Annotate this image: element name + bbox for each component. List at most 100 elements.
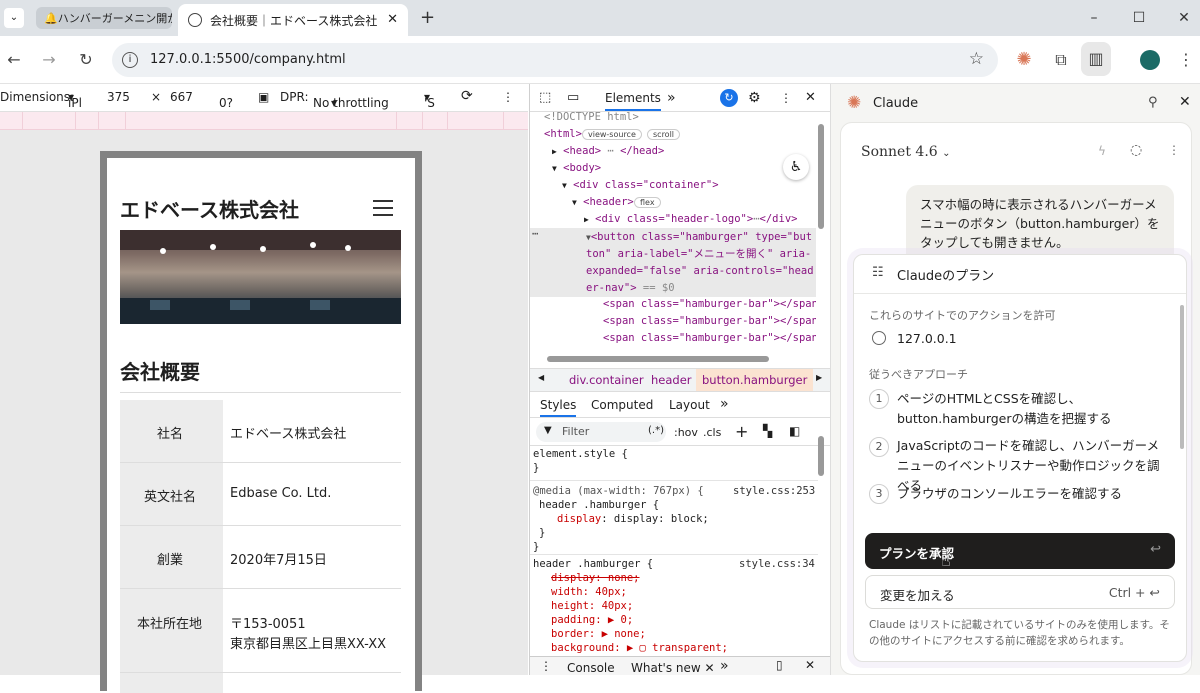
devtools-menu-icon[interactable]: ⋮ bbox=[780, 84, 792, 112]
plan-scrollbar[interactable] bbox=[1180, 305, 1184, 449]
make-changes-button[interactable]: 変更を加える Ctrl + ↩ bbox=[865, 575, 1175, 609]
claude-extension-icon[interactable]: ✺ bbox=[1012, 48, 1036, 72]
site-info-icon[interactable]: i bbox=[122, 52, 138, 68]
height-input[interactable]: 667 bbox=[170, 90, 193, 104]
hamburger-button[interactable] bbox=[373, 200, 395, 218]
dom-line[interactable]: <html> bbox=[544, 126, 582, 143]
more-menu-icon[interactable]: ⋮ bbox=[1168, 143, 1180, 157]
tab-search-button[interactable]: ⌄ bbox=[4, 8, 24, 28]
filter-input[interactable]: ▼ Filter (.*) bbox=[536, 422, 666, 442]
breadcrumb-item-active[interactable]: button.hamburger bbox=[696, 369, 814, 391]
tab-strip: ⌄ 🔔ハンバーガーメニン開か 会社概要｜エドベース株式会社 ✕ + – ☐ ✕ bbox=[0, 0, 1200, 36]
dom-line[interactable]: <!DOCTYPE html> bbox=[544, 112, 639, 126]
forward-icon[interactable]: → bbox=[37, 48, 61, 72]
styles-scrollbar[interactable] bbox=[818, 436, 824, 476]
save-data-select[interactable]: 'S ▾ bbox=[424, 90, 435, 110]
bookmark-star-icon[interactable]: ☆ bbox=[969, 49, 984, 69]
section-title: 会社概要 bbox=[120, 360, 200, 384]
dom-line[interactable]: ▼ <body> bbox=[552, 160, 601, 177]
rule-source-link[interactable]: style.css:253 bbox=[733, 483, 815, 500]
color-format-icon[interactable]: ▚ bbox=[763, 424, 772, 438]
dom-line[interactable]: <span class="hamburger-bar"></span> bbox=[603, 330, 816, 347]
dom-line[interactable]: <span class="hamburger-bar"></span> bbox=[603, 296, 816, 313]
close-drawer-icon[interactable]: ✕ bbox=[805, 658, 815, 672]
close-icon[interactable]: ✕ bbox=[387, 12, 398, 27]
ai-assist-icon[interactable]: ↻ bbox=[720, 89, 738, 107]
new-rule-icon[interactable]: + bbox=[735, 422, 748, 441]
styles-filter: ▼ Filter (.*) :hov .cls + ▚ ◧ bbox=[530, 420, 830, 446]
site-logo[interactable]: エドベース株式会社 bbox=[120, 194, 299, 223]
more-tabs-icon[interactable]: » bbox=[720, 396, 729, 412]
dom-line[interactable]: ▼ <div class="container"> bbox=[562, 177, 719, 194]
breadcrumb-left-arrow[interactable]: ◀ bbox=[538, 373, 544, 382]
device-toggle-icon[interactable]: ▭ bbox=[567, 84, 579, 112]
styles-pane[interactable]: element.style { } @media (max-width: 767… bbox=[530, 446, 830, 656]
approve-plan-button[interactable]: プランを承認 ↩ ☝ bbox=[865, 533, 1175, 570]
more-options-icon[interactable]: ⋮ bbox=[502, 90, 514, 104]
breadcrumb-right-arrow[interactable]: ▶ bbox=[816, 373, 822, 382]
rule-source-link[interactable]: style.css:34 bbox=[739, 556, 815, 573]
back-icon[interactable]: ← bbox=[2, 48, 26, 72]
reload-icon[interactable]: ↻ bbox=[74, 48, 98, 72]
tab-inactive[interactable]: 🔔ハンバーガーメニン開か bbox=[36, 7, 172, 29]
lightning-icon[interactable]: ϟ bbox=[1098, 144, 1106, 158]
sidebar-toggle-icon[interactable]: ◧ bbox=[789, 424, 800, 438]
css-property[interactable]: background: ▶ ▢ transparent; bbox=[551, 640, 728, 656]
close-window-icon[interactable]: ✕ bbox=[1174, 8, 1194, 28]
breadcrumb-item[interactable]: div.container bbox=[569, 373, 644, 387]
capture-icon[interactable]: ▣ bbox=[258, 90, 269, 104]
device-select[interactable]: iPl ▾ bbox=[68, 90, 82, 110]
cls-toggle[interactable]: .cls bbox=[703, 426, 721, 439]
more-tabs-icon[interactable]: » bbox=[720, 658, 729, 674]
address-bar[interactable]: i 127.0.0.1:5500/company.html ☆ bbox=[112, 43, 998, 77]
width-input[interactable]: 375 bbox=[107, 90, 130, 104]
settings-gear-icon[interactable]: ⚙ bbox=[748, 84, 761, 112]
regex-toggle[interactable]: (.*) bbox=[648, 425, 664, 436]
profile-avatar[interactable] bbox=[1140, 50, 1160, 70]
tab-active[interactable]: 会社概要｜エドベース株式会社 ✕ bbox=[178, 4, 408, 36]
hscrollbar[interactable] bbox=[547, 356, 769, 362]
close-panel-icon[interactable]: ✕ bbox=[1179, 94, 1191, 110]
globe-icon bbox=[188, 13, 202, 27]
dpr-label: DPR: bbox=[280, 90, 309, 104]
close-devtools-icon[interactable]: ✕ bbox=[805, 84, 816, 112]
flex-badge[interactable]: flex bbox=[634, 197, 661, 208]
url-text[interactable]: 127.0.0.1:5500/company.html bbox=[150, 52, 346, 67]
hov-toggle[interactable]: :hov bbox=[674, 426, 698, 439]
media-query-ruler[interactable] bbox=[0, 112, 528, 130]
unpin-icon[interactable]: ⚲ bbox=[1148, 95, 1158, 110]
side-panel-icon[interactable]: ▥ bbox=[1081, 42, 1111, 76]
new-chat-icon[interactable]: ◌ bbox=[1130, 142, 1142, 158]
dom-line[interactable]: <span class="hamburger-bar"></span> bbox=[603, 313, 816, 330]
new-tab-button[interactable]: + bbox=[420, 7, 435, 28]
scroll-badge[interactable]: scroll bbox=[647, 129, 681, 140]
dom-line[interactable]: ▶ <head> ⋯ </head> bbox=[552, 143, 664, 160]
tab-computed[interactable]: Computed bbox=[591, 398, 653, 412]
css-property[interactable]: display: display: block; bbox=[557, 511, 709, 528]
dom-line[interactable]: ▶ <div class="header-logo">⋯</div> bbox=[584, 211, 797, 228]
tab-elements[interactable]: Elements bbox=[605, 84, 661, 111]
dom-tree[interactable]: <!DOCTYPE html> <html> view-source scrol… bbox=[530, 112, 816, 347]
rotate-icon[interactable]: ⟳ bbox=[461, 88, 473, 104]
dom-line-selected[interactable]: ▼<button class="hamburger" type="button"… bbox=[586, 229, 814, 297]
accessibility-icon[interactable]: ♿ bbox=[783, 154, 809, 180]
maximize-icon[interactable]: ☐ bbox=[1129, 8, 1149, 28]
dom-scrollbar[interactable] bbox=[818, 124, 824, 229]
rule-element-style[interactable]: element.style { bbox=[533, 446, 628, 463]
dock-icon[interactable]: ▯ bbox=[776, 658, 783, 672]
minimize-icon[interactable]: – bbox=[1084, 8, 1104, 28]
tab-styles[interactable]: Styles bbox=[540, 398, 577, 417]
more-tabs-icon[interactable]: » bbox=[667, 84, 676, 112]
drawer-menu-icon[interactable]: ⋮ bbox=[540, 659, 552, 673]
inspect-icon[interactable]: ⬚ bbox=[539, 84, 551, 112]
view-source-badge[interactable]: view-source bbox=[582, 129, 642, 140]
dom-line[interactable]: ▼ <header> bbox=[572, 194, 634, 211]
tab-console[interactable]: Console bbox=[567, 661, 615, 675]
tab-layout[interactable]: Layout bbox=[669, 398, 710, 412]
model-selector[interactable]: Sonnet 4.6 ⌄ bbox=[861, 144, 951, 160]
more-menu-icon[interactable]: ⋮ bbox=[1174, 48, 1198, 72]
breadcrumb-item[interactable]: header bbox=[651, 373, 692, 387]
node-ellipsis[interactable]: ⋯ bbox=[532, 226, 538, 243]
tab-whats-new[interactable]: What's new ✕ bbox=[631, 661, 715, 675]
extensions-puzzle-icon[interactable]: ⧉ bbox=[1049, 48, 1073, 72]
